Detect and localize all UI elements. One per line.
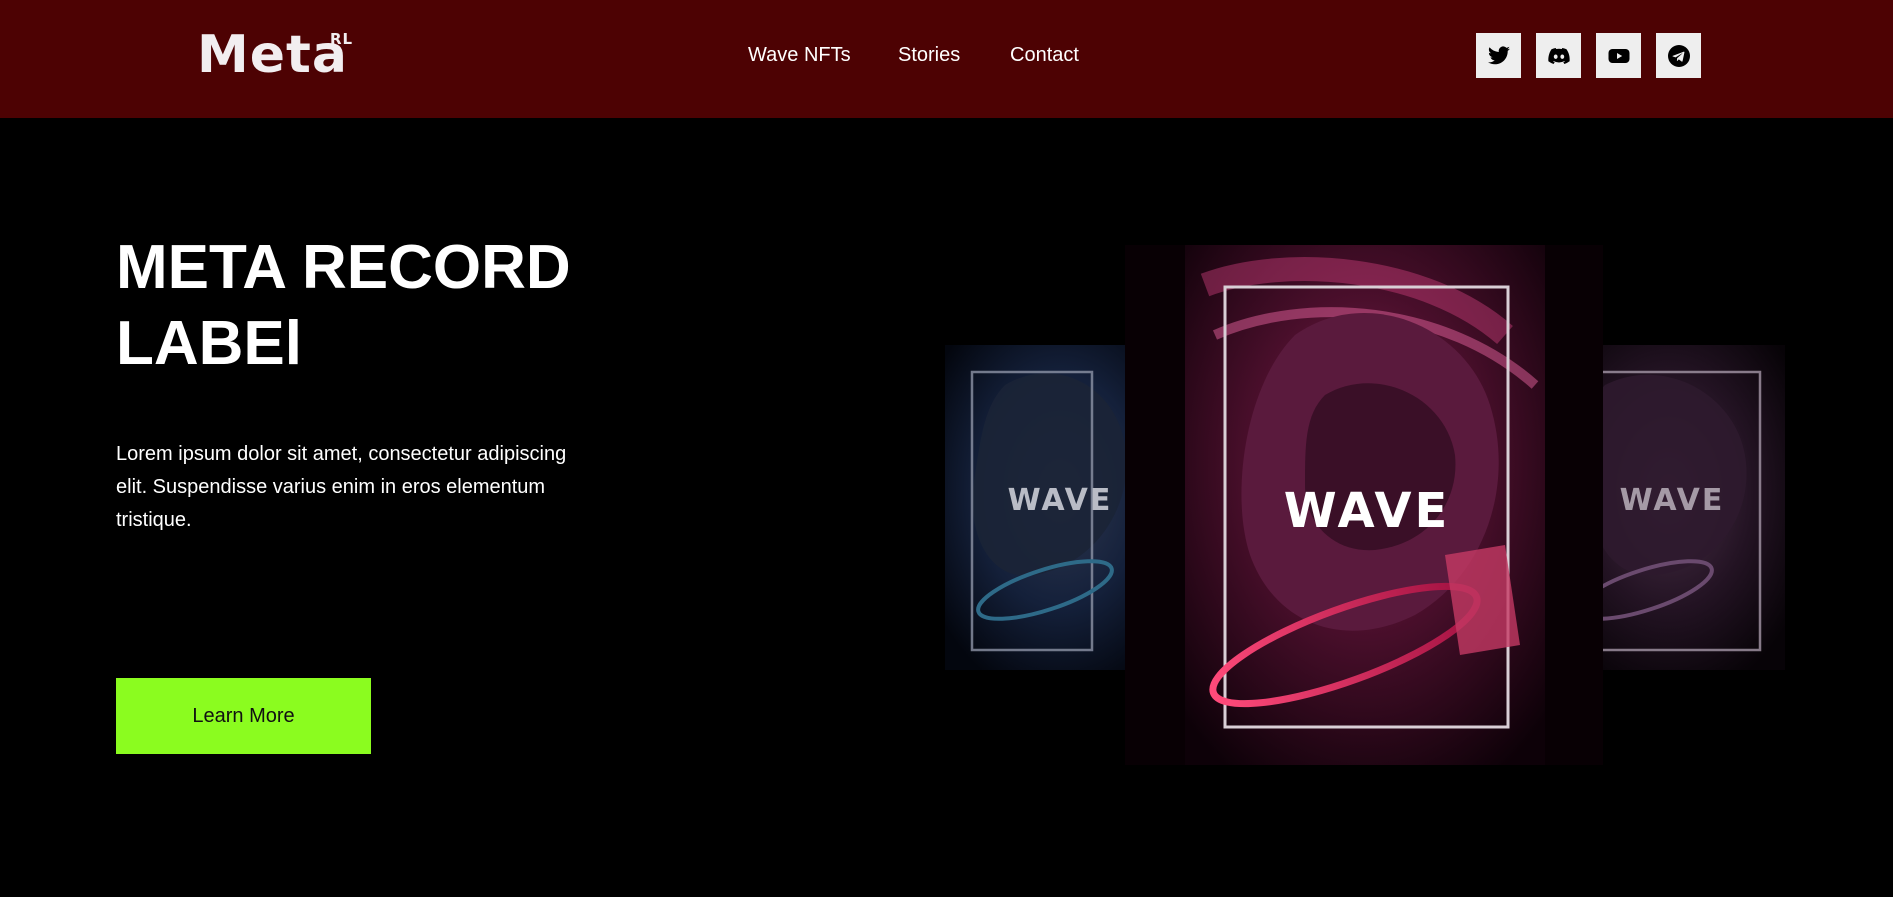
nft-card-pink: WAVE <box>1125 245 1603 765</box>
nft-card-blue-label: WAVE <box>1008 483 1113 518</box>
youtube-icon <box>1607 44 1631 68</box>
discord-button[interactable] <box>1536 33 1581 78</box>
hero-description: Lorem ipsum dolor sit amet, consectetur … <box>116 443 567 531</box>
twitter-icon <box>1487 44 1511 68</box>
twitter-button[interactable] <box>1476 33 1521 78</box>
nft-card-purple-label: WAVE <box>1620 483 1725 518</box>
site-header: Meta RL Wave NFTs Stories Contact <box>0 0 1893 118</box>
logo-superscript: RL <box>330 30 354 48</box>
logo[interactable]: Meta <box>197 26 348 84</box>
youtube-button[interactable] <box>1596 33 1641 78</box>
telegram-icon <box>1667 44 1691 68</box>
wave-nft-artwork: WAVE WAVE WAVE <box>945 245 1785 765</box>
nav-stories[interactable]: Stories <box>898 42 960 68</box>
nav-contact[interactable]: Contact <box>1010 42 1079 68</box>
nav-wave-nfts[interactable]: Wave NFTs <box>748 42 851 68</box>
learn-more-button[interactable]: Learn More <box>116 678 371 754</box>
telegram-button[interactable] <box>1656 33 1701 78</box>
hero-title: META RECORD LABEl <box>116 233 571 378</box>
nft-card-pink-label: WAVE <box>1284 483 1451 539</box>
discord-icon <box>1547 44 1571 68</box>
